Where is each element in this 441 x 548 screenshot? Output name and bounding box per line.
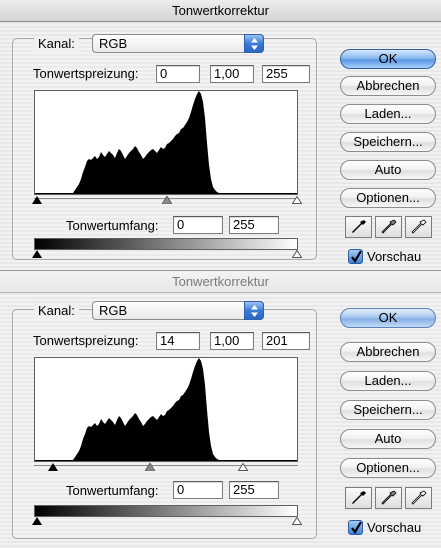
- black-eyedropper-button[interactable]: [345, 216, 372, 238]
- input-levels-label: Tonwertspreizung:: [33, 333, 139, 348]
- input-black-slider[interactable]: [48, 463, 58, 471]
- levels-dialog-2: Tonwertkorrektur Kanal: RGB Tonwertsprei…: [0, 270, 441, 548]
- black-eyedropper-icon: [352, 491, 366, 504]
- save-button[interactable]: Speichern...: [340, 132, 436, 152]
- input-gamma-field[interactable]: 1,00: [210, 332, 254, 350]
- black-eyedropper-button[interactable]: [345, 487, 372, 509]
- input-gamma-slider[interactable]: [162, 196, 172, 204]
- white-eyedropper-icon: [411, 490, 427, 505]
- channel-label: Kanal:: [34, 303, 79, 319]
- white-eyedropper-button[interactable]: [405, 216, 432, 238]
- cancel-button[interactable]: Abbrechen: [340, 342, 436, 362]
- gray-eyedropper-button[interactable]: [375, 216, 402, 238]
- output-gradient-bar: [34, 238, 298, 250]
- input-black-field[interactable]: 0: [156, 65, 200, 83]
- output-white-slider[interactable]: [292, 517, 302, 525]
- channel-value: RGB: [99, 303, 128, 318]
- output-white-slider[interactable]: [292, 250, 302, 258]
- output-levels-label: Tonwertumfang:: [66, 218, 159, 233]
- histogram-graph: [35, 91, 297, 194]
- histogram-graph: [35, 358, 297, 461]
- up-down-arrows-icon: [244, 301, 264, 320]
- save-button[interactable]: Speichern...: [340, 400, 436, 420]
- channel-label: Kanal:: [34, 36, 79, 52]
- histogram: [34, 90, 298, 195]
- window-title: Tonwertkorrektur: [0, 271, 441, 293]
- output-black-field[interactable]: 0: [173, 216, 223, 234]
- input-white-field[interactable]: 201: [262, 332, 310, 350]
- load-button[interactable]: Laden...: [340, 104, 436, 124]
- auto-button[interactable]: Auto: [340, 160, 436, 180]
- channel-value: RGB: [99, 36, 128, 51]
- white-eyedropper-button[interactable]: [405, 487, 432, 509]
- options-button[interactable]: Optionen...: [340, 458, 436, 478]
- up-down-arrows-icon: [244, 34, 264, 53]
- output-levels-label: Tonwertumfang:: [66, 483, 159, 498]
- output-black-field[interactable]: 0: [173, 481, 223, 499]
- ok-button[interactable]: OK: [340, 49, 436, 69]
- input-gamma-field[interactable]: 1,00: [210, 65, 254, 83]
- input-slider-track: [34, 465, 298, 466]
- input-black-field[interactable]: 14: [156, 332, 200, 350]
- channel-popup[interactable]: RGB: [92, 34, 264, 53]
- gray-eyedropper-button[interactable]: [375, 487, 402, 509]
- checkmark-icon: [351, 521, 362, 534]
- window-title: Tonwertkorrektur: [0, 0, 441, 22]
- cancel-button[interactable]: Abbrechen: [340, 76, 436, 96]
- preview-label: Vorschau: [367, 520, 422, 535]
- input-white-field[interactable]: 255: [262, 65, 310, 83]
- histogram: [34, 357, 298, 462]
- white-eyedropper-icon: [411, 219, 427, 234]
- output-gradient-bar: [34, 505, 298, 517]
- output-black-slider[interactable]: [32, 250, 42, 258]
- input-white-slider[interactable]: [292, 196, 302, 204]
- black-eyedropper-icon: [352, 220, 366, 233]
- gray-eyedropper-icon: [381, 490, 397, 505]
- channel-popup[interactable]: RGB: [92, 301, 264, 320]
- ok-button[interactable]: OK: [340, 308, 436, 328]
- load-button[interactable]: Laden...: [340, 371, 436, 391]
- output-black-slider[interactable]: [32, 517, 42, 525]
- checkmark-icon: [351, 250, 362, 263]
- preview-checkbox[interactable]: [348, 520, 363, 535]
- output-white-field[interactable]: 255: [229, 481, 279, 499]
- gray-eyedropper-icon: [381, 219, 397, 234]
- input-gamma-slider[interactable]: [145, 463, 155, 471]
- auto-button[interactable]: Auto: [340, 429, 436, 449]
- input-white-slider[interactable]: [238, 463, 248, 471]
- preview-checkbox[interactable]: [348, 249, 363, 264]
- levels-dialog-1: Tonwertkorrektur Kanal: RGB Tonwertsprei…: [0, 0, 441, 270]
- input-levels-label: Tonwertspreizung:: [33, 66, 139, 81]
- preview-label: Vorschau: [367, 249, 422, 264]
- input-black-slider[interactable]: [32, 196, 42, 204]
- options-button[interactable]: Optionen...: [340, 188, 436, 208]
- output-white-field[interactable]: 255: [229, 216, 279, 234]
